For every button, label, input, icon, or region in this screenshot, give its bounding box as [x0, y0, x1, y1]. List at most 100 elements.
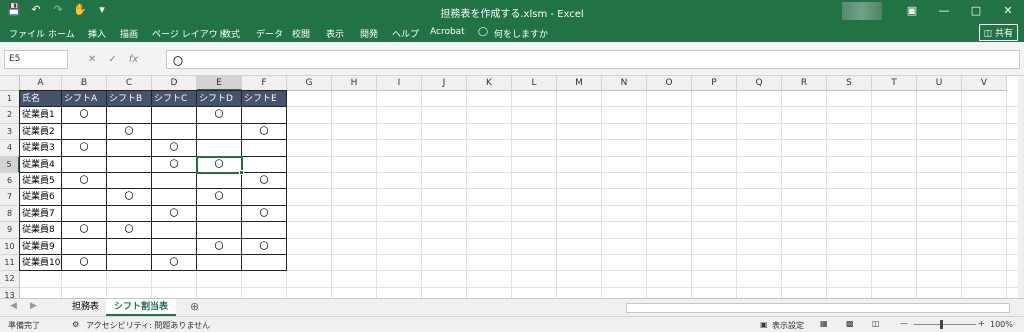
- table-cell[interactable]: 従業員6: [19, 188, 62, 206]
- column-header-L[interactable]: L: [512, 76, 557, 91]
- table-cell[interactable]: [196, 139, 242, 157]
- table-cell[interactable]: 〇: [106, 122, 152, 141]
- tab-review[interactable]: 校閲: [292, 27, 310, 40]
- column-header-J[interactable]: J: [422, 76, 467, 91]
- column-header-B[interactable]: B: [62, 76, 107, 91]
- table-cell[interactable]: 〇: [241, 237, 287, 255]
- row-header-9[interactable]: 9: [0, 222, 20, 239]
- formula-input[interactable]: 〇: [166, 50, 1020, 69]
- table-cell[interactable]: 〇: [241, 204, 287, 223]
- table-cell[interactable]: 〇: [196, 237, 242, 255]
- zoom-slider-thumb[interactable]: [940, 320, 943, 329]
- tab-page-layout[interactable]: ページ レイアウト: [152, 27, 227, 40]
- row-header-7[interactable]: 7: [0, 189, 20, 206]
- table-cell[interactable]: 従業員10: [19, 254, 62, 272]
- table-cell[interactable]: [106, 204, 152, 223]
- table-cell[interactable]: [106, 254, 152, 272]
- table-cell[interactable]: [151, 221, 197, 239]
- zoom-in-icon[interactable]: +: [978, 319, 985, 328]
- table-cell[interactable]: [151, 188, 197, 206]
- table-cell[interactable]: 従業員1: [19, 106, 62, 124]
- table-cell[interactable]: [61, 188, 107, 206]
- display-settings-icon[interactable]: ▣: [760, 320, 768, 329]
- table-cell[interactable]: 〇: [151, 204, 197, 223]
- prev-sheet-icon[interactable]: ◀: [10, 301, 17, 311]
- column-header-R[interactable]: R: [782, 76, 827, 91]
- table-cell[interactable]: [241, 188, 287, 206]
- column-header-S[interactable]: S: [827, 76, 872, 91]
- column-header-F[interactable]: F: [242, 76, 287, 91]
- account-avatar[interactable]: [842, 2, 882, 20]
- minimize-icon[interactable]: —: [928, 0, 960, 22]
- close-icon[interactable]: ✕: [992, 0, 1024, 22]
- table-cell[interactable]: [106, 237, 152, 255]
- tab-home[interactable]: ホーム: [48, 27, 75, 40]
- tab-view[interactable]: 表示: [326, 27, 344, 40]
- row-header-2[interactable]: 2: [0, 107, 20, 124]
- sheet-tab-2[interactable]: シフト割当表: [106, 299, 177, 316]
- table-cell[interactable]: 〇: [151, 155, 197, 173]
- column-header-A[interactable]: A: [20, 76, 62, 91]
- column-header-E[interactable]: E: [197, 76, 242, 91]
- horizontal-scrollbar[interactable]: [626, 303, 1010, 313]
- column-header-M[interactable]: M: [557, 76, 602, 91]
- table-cell[interactable]: [196, 204, 242, 223]
- tab-formulas[interactable]: 数式: [222, 27, 240, 40]
- table-cell[interactable]: [106, 155, 152, 173]
- column-header-I[interactable]: I: [377, 76, 422, 91]
- tab-data[interactable]: データ: [256, 27, 283, 40]
- column-header-V[interactable]: V: [962, 76, 1007, 91]
- table-cell[interactable]: [61, 122, 107, 141]
- table-cell[interactable]: [196, 122, 242, 141]
- table-cell[interactable]: [196, 221, 242, 239]
- tab-draw[interactable]: 描画: [120, 27, 138, 40]
- column-header-T[interactable]: T: [872, 76, 917, 91]
- table-header-cell[interactable]: シフトE: [241, 90, 287, 108]
- table-cell[interactable]: 従業員5: [19, 172, 62, 190]
- zoom-level[interactable]: 100%: [990, 320, 1013, 329]
- table-header-cell[interactable]: シフトA: [61, 90, 107, 108]
- table-cell[interactable]: [61, 237, 107, 255]
- vertical-scrollbar[interactable]: [1018, 76, 1024, 298]
- table-cell[interactable]: [241, 139, 287, 157]
- table-cell[interactable]: 〇: [241, 122, 287, 141]
- table-cell[interactable]: [151, 122, 197, 141]
- column-header-O[interactable]: O: [647, 76, 692, 91]
- table-cell[interactable]: 〇: [196, 106, 242, 124]
- table-cell[interactable]: 〇: [196, 155, 242, 173]
- table-cell[interactable]: 〇: [106, 221, 152, 239]
- table-header-cell[interactable]: シフトB: [106, 90, 152, 108]
- table-cell[interactable]: [151, 106, 197, 124]
- table-cell[interactable]: 従業員4: [19, 155, 62, 173]
- enter-icon[interactable]: ✓: [108, 54, 116, 65]
- table-cell[interactable]: 〇: [61, 139, 107, 157]
- column-header-G[interactable]: G: [287, 76, 332, 91]
- table-cell[interactable]: [61, 155, 107, 173]
- tab-file[interactable]: ファイル: [9, 27, 45, 40]
- ribbon-display-options-icon[interactable]: ▣: [896, 0, 928, 22]
- row-header-4[interactable]: 4: [0, 140, 20, 157]
- zoom-out-icon[interactable]: —: [900, 319, 908, 328]
- fill-handle[interactable]: [239, 170, 244, 175]
- column-header-U[interactable]: U: [917, 76, 962, 91]
- sheet-tab-1[interactable]: 担務表: [64, 299, 107, 316]
- table-cell[interactable]: [61, 204, 107, 223]
- display-settings[interactable]: 表示設定: [772, 320, 804, 331]
- column-header-D[interactable]: D: [152, 76, 197, 91]
- page-break-view-icon[interactable]: ◫: [872, 319, 880, 328]
- row-header-6[interactable]: 6: [0, 173, 20, 190]
- table-header-cell[interactable]: 氏名: [19, 90, 62, 108]
- cancel-icon[interactable]: ✕: [88, 54, 96, 65]
- table-cell[interactable]: [196, 254, 242, 272]
- tab-help[interactable]: ヘルプ: [392, 27, 419, 40]
- table-cell[interactable]: [241, 155, 287, 173]
- table-cell[interactable]: 〇: [196, 188, 242, 206]
- name-box[interactable]: E5: [4, 50, 68, 69]
- maximize-icon[interactable]: □: [960, 0, 992, 22]
- row-header-5[interactable]: 5: [0, 156, 20, 173]
- next-sheet-icon[interactable]: ▶: [30, 301, 37, 311]
- table-cell[interactable]: [241, 221, 287, 239]
- row-header-10[interactable]: 10: [0, 238, 20, 255]
- share-button[interactable]: ◫ 共有: [978, 24, 1018, 41]
- table-cell[interactable]: 〇: [61, 221, 107, 239]
